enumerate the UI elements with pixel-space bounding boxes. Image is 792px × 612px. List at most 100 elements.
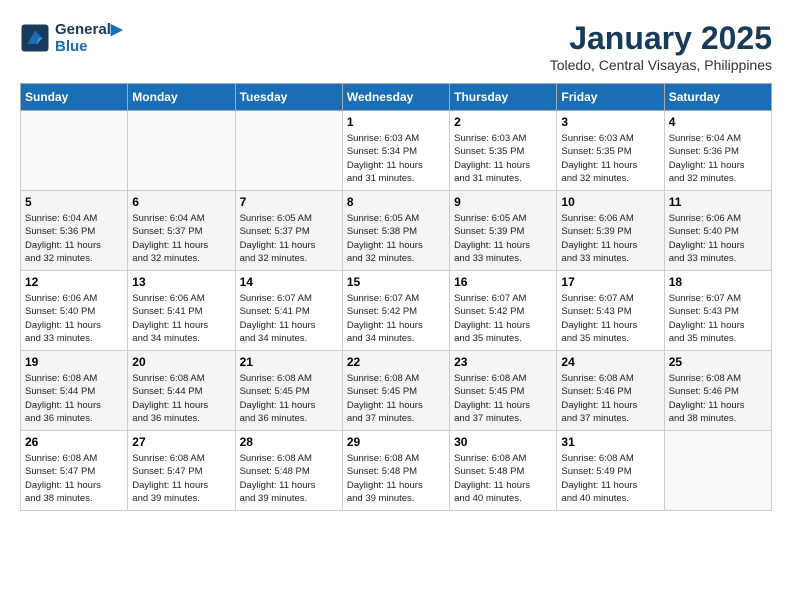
day-info: Sunrise: 6:08 AM Sunset: 5:48 PM Dayligh…	[240, 452, 338, 505]
day-info: Sunrise: 6:08 AM Sunset: 5:45 PM Dayligh…	[454, 372, 552, 425]
day-info: Sunrise: 6:03 AM Sunset: 5:35 PM Dayligh…	[454, 132, 552, 185]
weekday-thursday: Thursday	[450, 84, 557, 111]
day-number: 2	[454, 115, 552, 129]
day-number: 5	[25, 195, 123, 209]
day-number: 1	[347, 115, 445, 129]
calendar-week-1: 1Sunrise: 6:03 AM Sunset: 5:34 PM Daylig…	[21, 111, 772, 191]
calendar-cell: 13 Sunrise: 6:06 AM Sunset: 5:41 PM Dayli…	[128, 271, 235, 351]
day-info: Sunrise: 6:07 AM Sunset: 5:42 PM Dayligh…	[347, 292, 445, 345]
day-info: Sunrise: 6:08 AM Sunset: 5:44 PM Dayligh…	[132, 372, 230, 425]
day-number: 18	[669, 275, 767, 289]
day-info: Sunrise: 6:05 AM Sunset: 5:37 PM Dayligh…	[240, 212, 338, 265]
weekday-tuesday: Tuesday	[235, 84, 342, 111]
day-number: 15	[347, 275, 445, 289]
day-number: 17	[561, 275, 659, 289]
logo-text: General▶ Blue	[55, 20, 122, 55]
weekday-saturday: Saturday	[664, 84, 771, 111]
calendar-cell: 2 Sunrise: 6:03 AM Sunset: 5:35 PM Daylig…	[450, 111, 557, 191]
day-number: 26	[25, 435, 123, 449]
day-number: 6	[132, 195, 230, 209]
calendar-cell: 19 Sunrise: 6:08 AM Sunset: 5:44 PM Dayli…	[21, 351, 128, 431]
day-number: 31	[561, 435, 659, 449]
calendar-cell: 14 Sunrise: 6:07 AM Sunset: 5:41 PM Dayli…	[235, 271, 342, 351]
logo: General▶ Blue	[20, 20, 122, 55]
day-number: 7	[240, 195, 338, 209]
day-info: Sunrise: 6:06 AM Sunset: 5:40 PM Dayligh…	[669, 212, 767, 265]
calendar-cell: 29 Sunrise: 6:08 AM Sunset: 5:48 PM Dayli…	[342, 431, 449, 511]
calendar-cell: 26 Sunrise: 6:08 AM Sunset: 5:47 PM Dayli…	[21, 431, 128, 511]
calendar-week-2: 5Sunrise: 6:04 AM Sunset: 5:36 PM Daylig…	[21, 191, 772, 271]
calendar-cell: 24Sunrise: 6:08 AM Sunset: 5:46 PM Dayli…	[557, 351, 664, 431]
day-number: 19	[25, 355, 123, 369]
calendar-week-4: 19 Sunrise: 6:08 AM Sunset: 5:44 PM Dayli…	[21, 351, 772, 431]
day-info: Sunrise: 6:08 AM Sunset: 5:44 PM Dayligh…	[25, 372, 123, 425]
day-number: 16	[454, 275, 552, 289]
calendar-cell: 28Sunrise: 6:08 AM Sunset: 5:48 PM Dayli…	[235, 431, 342, 511]
day-number: 21	[240, 355, 338, 369]
day-number: 9	[454, 195, 552, 209]
month-title: January 2025	[550, 20, 772, 57]
calendar-cell: 25 Sunrise: 6:08 AM Sunset: 5:46 PM Dayli…	[664, 351, 771, 431]
day-number: 8	[347, 195, 445, 209]
day-number: 13	[132, 275, 230, 289]
day-number: 27	[132, 435, 230, 449]
weekday-friday: Friday	[557, 84, 664, 111]
calendar-cell: 22 Sunrise: 6:08 AM Sunset: 5:45 PM Dayli…	[342, 351, 449, 431]
weekday-header-row: SundayMondayTuesdayWednesdayThursdayFrid…	[21, 84, 772, 111]
calendar-cell: 30Sunrise: 6:08 AM Sunset: 5:48 PM Dayli…	[450, 431, 557, 511]
day-info: Sunrise: 6:07 AM Sunset: 5:41 PM Dayligh…	[240, 292, 338, 345]
calendar-cell: 9 Sunrise: 6:05 AM Sunset: 5:39 PM Daylig…	[450, 191, 557, 271]
day-info: Sunrise: 6:06 AM Sunset: 5:39 PM Dayligh…	[561, 212, 659, 265]
calendar-cell: 11 Sunrise: 6:06 AM Sunset: 5:40 PM Dayli…	[664, 191, 771, 271]
title-area: January 2025 Toledo, Central Visayas, Ph…	[550, 20, 772, 73]
calendar-cell: 8Sunrise: 6:05 AM Sunset: 5:38 PM Daylig…	[342, 191, 449, 271]
day-info: Sunrise: 6:08 AM Sunset: 5:46 PM Dayligh…	[669, 372, 767, 425]
calendar-cell: 21 Sunrise: 6:08 AM Sunset: 5:45 PM Dayli…	[235, 351, 342, 431]
calendar-table: SundayMondayTuesdayWednesdayThursdayFrid…	[20, 83, 772, 511]
day-info: Sunrise: 6:08 AM Sunset: 5:48 PM Dayligh…	[347, 452, 445, 505]
day-info: Sunrise: 6:08 AM Sunset: 5:47 PM Dayligh…	[132, 452, 230, 505]
day-number: 20	[132, 355, 230, 369]
day-info: Sunrise: 6:08 AM Sunset: 5:49 PM Dayligh…	[561, 452, 659, 505]
calendar-week-5: 26 Sunrise: 6:08 AM Sunset: 5:47 PM Dayli…	[21, 431, 772, 511]
day-number: 14	[240, 275, 338, 289]
day-info: Sunrise: 6:08 AM Sunset: 5:46 PM Dayligh…	[561, 372, 659, 425]
calendar-cell: 6Sunrise: 6:04 AM Sunset: 5:37 PM Daylig…	[128, 191, 235, 271]
calendar-cell: 1Sunrise: 6:03 AM Sunset: 5:34 PM Daylig…	[342, 111, 449, 191]
weekday-sunday: Sunday	[21, 84, 128, 111]
day-info: Sunrise: 6:08 AM Sunset: 5:47 PM Dayligh…	[25, 452, 123, 505]
calendar-cell: 31 Sunrise: 6:08 AM Sunset: 5:49 PM Dayli…	[557, 431, 664, 511]
day-info: Sunrise: 6:08 AM Sunset: 5:45 PM Dayligh…	[240, 372, 338, 425]
weekday-wednesday: Wednesday	[342, 84, 449, 111]
calendar-cell: 7 Sunrise: 6:05 AM Sunset: 5:37 PM Daylig…	[235, 191, 342, 271]
day-number: 23	[454, 355, 552, 369]
header: General▶ Blue January 2025 Toledo, Centr…	[20, 20, 772, 73]
calendar-week-3: 12Sunrise: 6:06 AM Sunset: 5:40 PM Dayli…	[21, 271, 772, 351]
day-info: Sunrise: 6:05 AM Sunset: 5:39 PM Dayligh…	[454, 212, 552, 265]
day-number: 25	[669, 355, 767, 369]
day-info: Sunrise: 6:07 AM Sunset: 5:42 PM Dayligh…	[454, 292, 552, 345]
calendar-cell	[21, 111, 128, 191]
day-info: Sunrise: 6:08 AM Sunset: 5:48 PM Dayligh…	[454, 452, 552, 505]
calendar-cell: 4Sunrise: 6:04 AM Sunset: 5:36 PM Daylig…	[664, 111, 771, 191]
day-info: Sunrise: 6:07 AM Sunset: 5:43 PM Dayligh…	[669, 292, 767, 345]
calendar-cell: 12Sunrise: 6:06 AM Sunset: 5:40 PM Dayli…	[21, 271, 128, 351]
calendar-cell: 27 Sunrise: 6:08 AM Sunset: 5:47 PM Dayli…	[128, 431, 235, 511]
calendar-cell: 18 Sunrise: 6:07 AM Sunset: 5:43 PM Dayli…	[664, 271, 771, 351]
calendar-cell: 20 Sunrise: 6:08 AM Sunset: 5:44 PM Dayli…	[128, 351, 235, 431]
calendar-cell	[235, 111, 342, 191]
weekday-monday: Monday	[128, 84, 235, 111]
calendar-cell: 15 Sunrise: 6:07 AM Sunset: 5:42 PM Dayli…	[342, 271, 449, 351]
day-number: 11	[669, 195, 767, 209]
calendar-cell	[128, 111, 235, 191]
calendar-cell: 23 Sunrise: 6:08 AM Sunset: 5:45 PM Dayli…	[450, 351, 557, 431]
day-info: Sunrise: 6:08 AM Sunset: 5:45 PM Dayligh…	[347, 372, 445, 425]
day-info: Sunrise: 6:04 AM Sunset: 5:36 PM Dayligh…	[669, 132, 767, 185]
logo-icon	[20, 23, 50, 53]
day-info: Sunrise: 6:07 AM Sunset: 5:43 PM Dayligh…	[561, 292, 659, 345]
day-number: 22	[347, 355, 445, 369]
day-info: Sunrise: 6:06 AM Sunset: 5:41 PM Dayligh…	[132, 292, 230, 345]
day-number: 10	[561, 195, 659, 209]
day-number: 29	[347, 435, 445, 449]
location-title: Toledo, Central Visayas, Philippines	[550, 57, 772, 73]
